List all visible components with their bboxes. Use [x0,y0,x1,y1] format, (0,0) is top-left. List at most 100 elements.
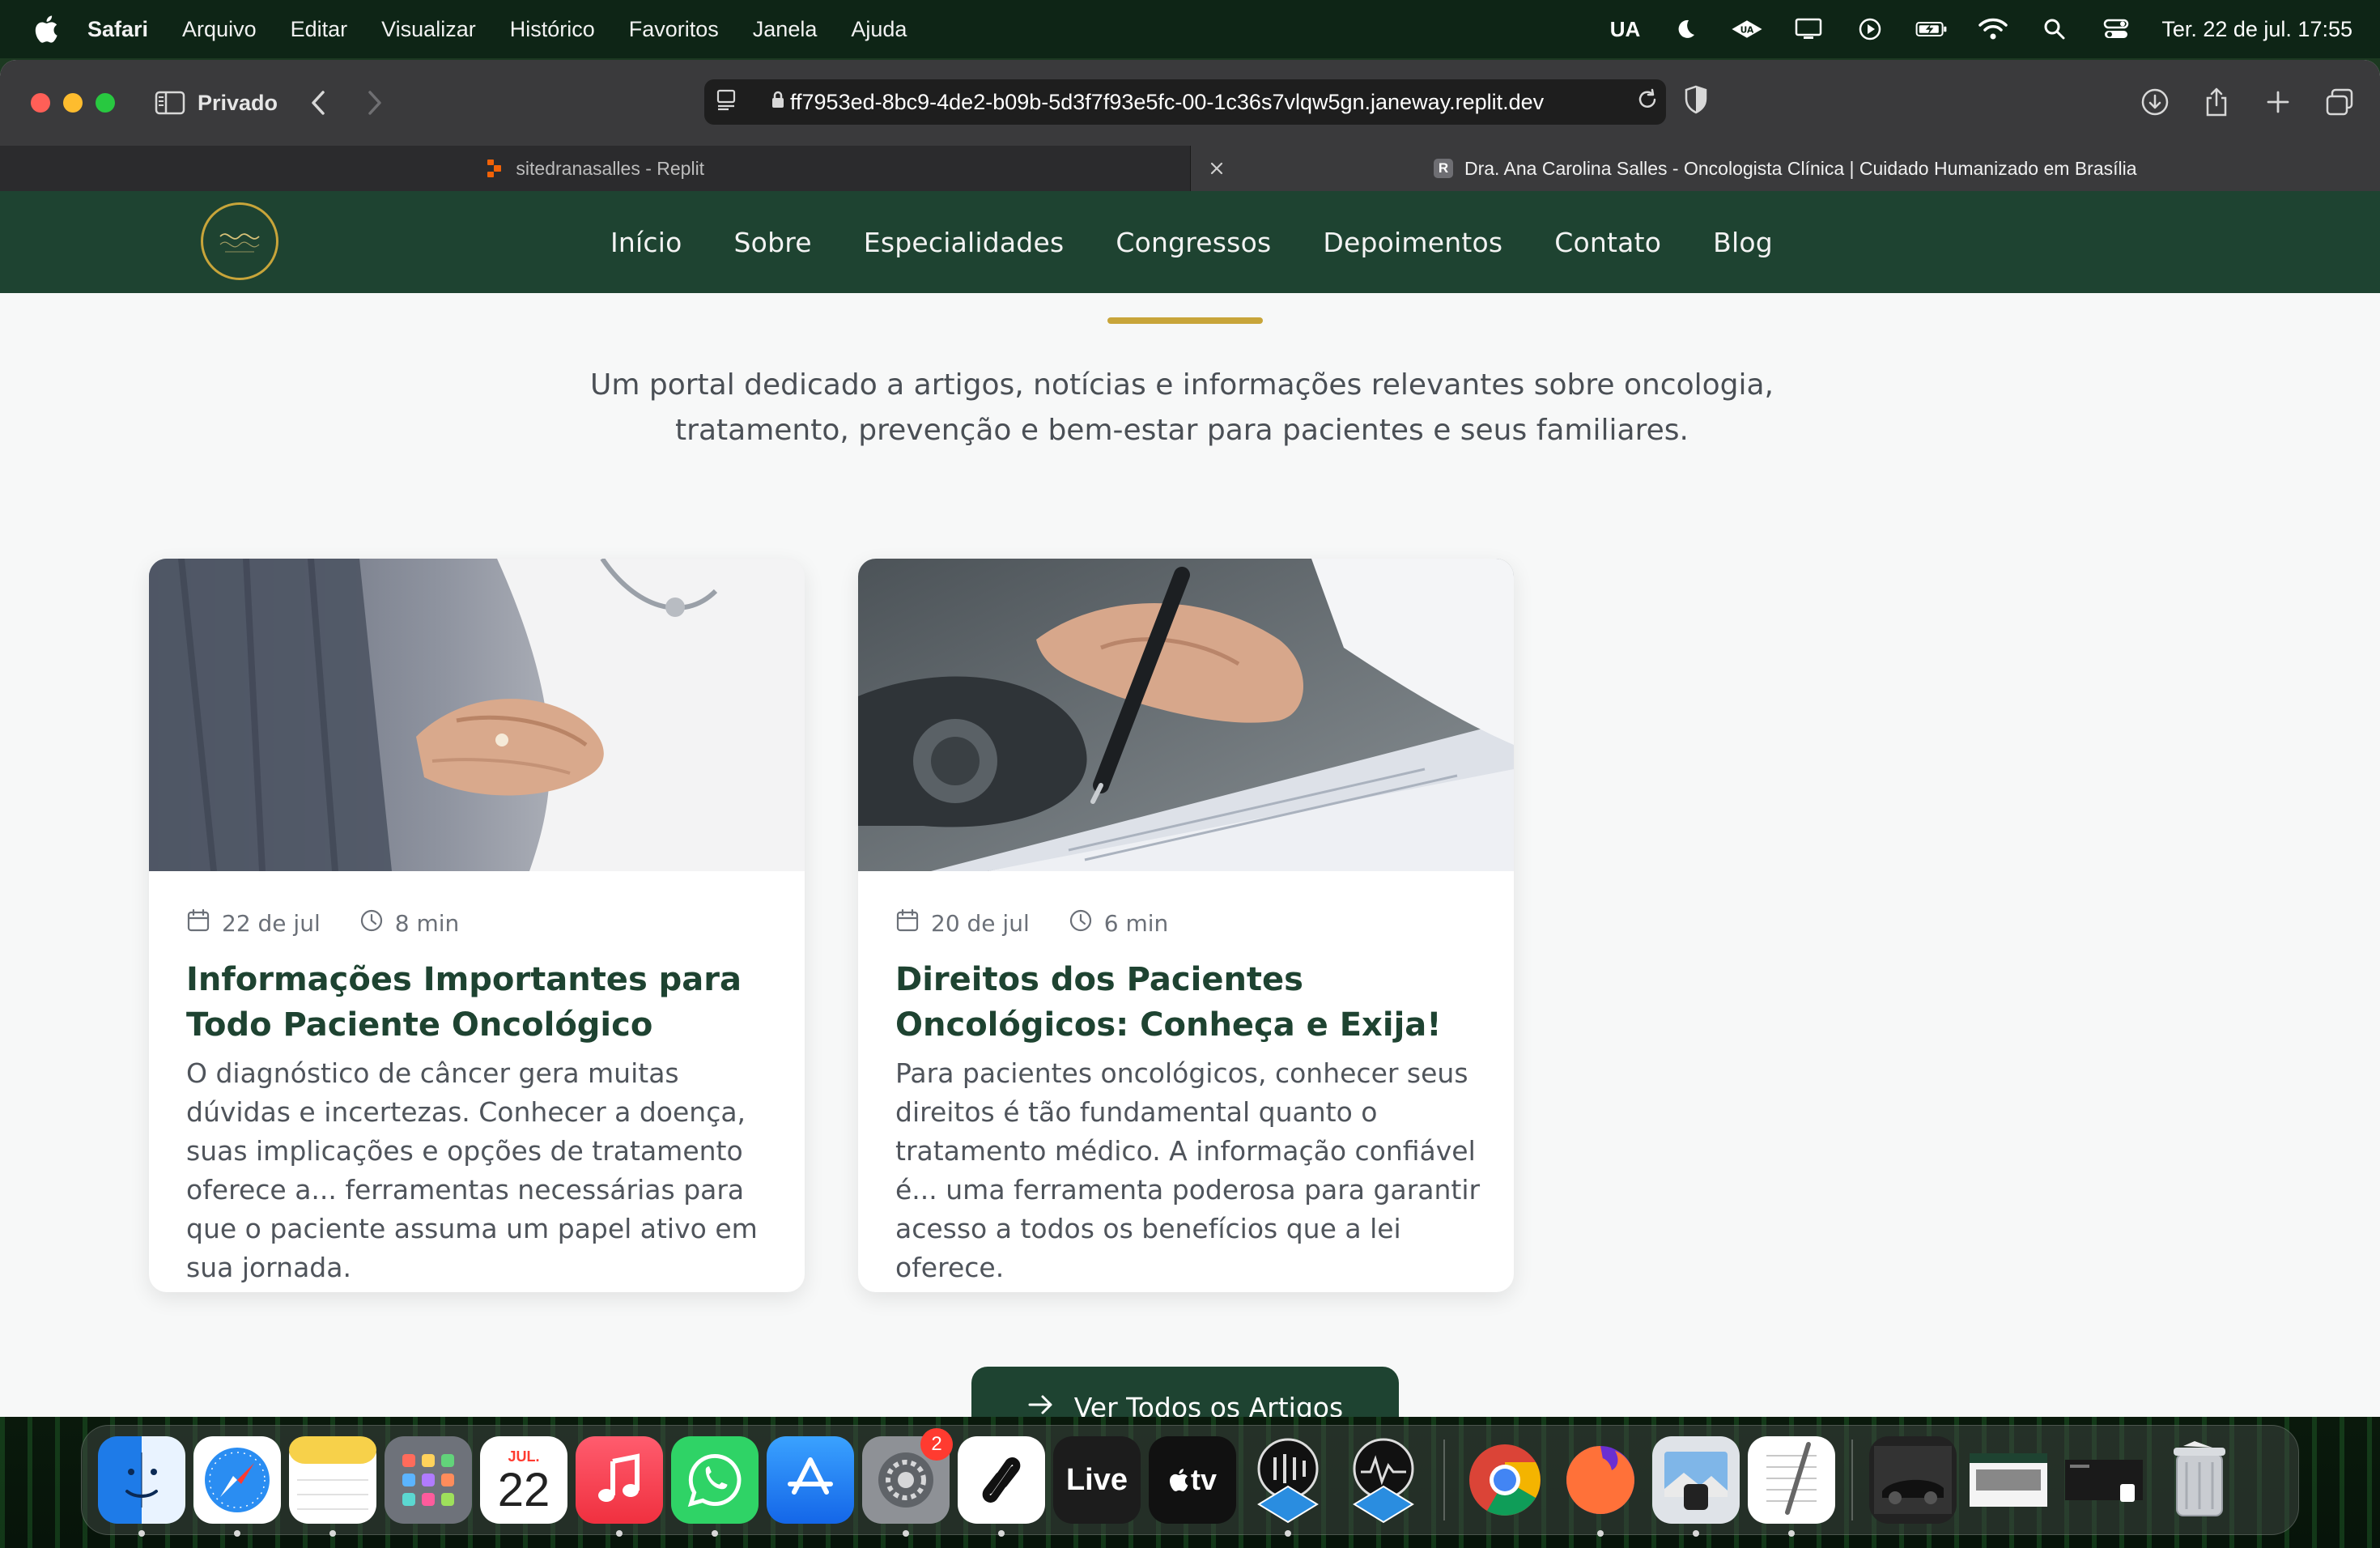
page-menu-icon[interactable] [716,87,740,117]
web-page: Início Sobre Especialidades Congressos D… [0,191,2380,1417]
dock-textedit-icon[interactable] [1748,1436,1835,1537]
back-chevron-icon[interactable] [300,85,336,121]
nav-congressos[interactable]: Congressos [1116,227,1271,258]
status-ua-label[interactable]: UA [1610,17,1641,42]
nav-blog[interactable]: Blog [1713,227,1773,258]
forward-chevron-icon[interactable] [357,85,393,121]
dock-shortcuts-app-icon[interactable] [958,1436,1045,1537]
tab-close-icon[interactable] [1205,157,1228,180]
dock-app-store-icon[interactable] [767,1436,854,1524]
menu-bar: Safari Arquivo Editar Visualizar Históri… [0,0,2380,58]
article-card[interactable]: 22 de jul 8 min Informações Importantes … [149,559,805,1292]
view-all-articles-label: Ver Todos os Artigos [1073,1391,1344,1418]
address-bar[interactable]: ff7953ed-8bc9-4de2-b09b-5d3f7f93e5fc-00-… [704,79,1666,125]
share-icon[interactable] [2199,84,2234,120]
dock-music-icon[interactable] [576,1436,663,1537]
dock-preview-icon[interactable] [1652,1436,1740,1537]
svg-text:UA: UA [1740,24,1754,35]
menu-editar[interactable]: Editar [291,17,348,42]
dock-notes-icon[interactable] [289,1436,376,1537]
menu-arquivo[interactable]: Arquivo [182,17,257,42]
article-meta: 20 de jul 6 min [895,908,1168,938]
downloads-icon[interactable] [2137,84,2173,120]
control-center-icon[interactable] [2100,16,2132,42]
nav-inicio[interactable]: Início [610,227,682,258]
calendar-icon [895,908,920,938]
menu-historico[interactable]: Histórico [510,17,595,42]
dock-chrome-icon[interactable] [1461,1436,1549,1524]
nav-especialidades[interactable]: Especialidades [864,227,1065,258]
article-title[interactable]: Informações Importantes para Todo Pacien… [186,957,777,1048]
tv-label: tv [1190,1463,1217,1496]
nav-contato[interactable]: Contato [1554,227,1661,258]
clock-icon [1069,908,1093,938]
sidebar-toggle-icon[interactable] [152,85,188,121]
dock-ua-connect-icon[interactable] [1340,1436,1427,1524]
browser-window: Privado ff7953ed-8bc9-4de2-b09b-5d3f7f93… [0,60,2380,1417]
dock: JUL. 22 2 Live tv [81,1425,2299,1537]
nav-depoimentos[interactable]: Depoimentos [1323,227,1502,258]
dock-calendar-icon[interactable]: JUL. 22 [480,1436,567,1524]
article-title[interactable]: Direitos dos Pacientes Oncológicos: Conh… [895,957,1486,1048]
menu-janela[interactable]: Janela [753,17,818,42]
wifi-icon[interactable] [1977,16,2009,42]
dock-whatsapp-icon[interactable] [671,1436,759,1537]
menu-visualizar[interactable]: Visualizar [381,17,476,42]
article-excerpt: O diagnóstico de câncer gera muitas dúvi… [186,1057,758,1283]
dock-firefox-icon[interactable] [1557,1436,1644,1537]
dock-separator [1851,1440,1853,1520]
site-nav-links: Início Sobre Especialidades Congressos D… [610,191,1773,293]
dock-recent-window-thumb-page[interactable] [1965,1436,2052,1524]
dock-ableton-live-icon[interactable]: Live [1053,1436,1141,1524]
url-text[interactable]: ff7953ed-8bc9-4de2-b09b-5d3f7f93e5fc-00-… [790,90,1635,115]
dock-separator [1443,1440,1445,1520]
window-close-button[interactable] [31,93,50,113]
moon-icon[interactable] [1669,16,1702,42]
calendar-icon [186,908,210,938]
play-circle-icon[interactable] [1854,16,1886,42]
dock-recent-window-thumb-dark[interactable] [2060,1436,2148,1524]
site-logo[interactable] [201,202,278,280]
tab-bar: sitedranasalles - Replit R Dra. Ana Caro… [0,146,2380,191]
tab-replit[interactable]: sitedranasalles - Replit [0,146,1191,191]
dock-ua-console-icon[interactable] [1244,1436,1332,1537]
dock-recent-window-thumb-car[interactable] [1869,1436,1957,1524]
dock-trash-icon[interactable] [2156,1436,2243,1524]
window-controls [31,93,115,113]
dock-finder-icon[interactable] [98,1436,185,1537]
dock-system-settings-icon[interactable]: 2 [862,1428,953,1537]
menu-favoritos[interactable]: Favoritos [629,17,719,42]
battery-charging-icon[interactable] [1915,16,1948,42]
calendar-day: 22 [497,1463,550,1516]
dock-launchpad-icon[interactable] [385,1436,472,1524]
blog-intro-text: Um portal dedicado a artigos, notícias e… [589,368,1774,447]
site-favicon: R [1433,159,1453,178]
article-image-hands[interactable] [149,559,805,871]
menu-ajuda[interactable]: Ajuda [851,17,907,42]
display-icon[interactable] [1792,16,1825,42]
article-image-writing[interactable] [858,559,1514,871]
private-profile-label[interactable]: Privado [198,91,278,116]
reload-icon[interactable] [1635,87,1660,117]
tab-dra-ana-carolina[interactable]: R Dra. Ana Carolina Salles - Oncologista… [1190,146,2380,191]
article-meta: 22 de jul 8 min [186,908,459,938]
article-card[interactable]: 20 de jul 6 min Direitos dos Pacientes O… [858,559,1514,1292]
apple-menu-icon[interactable] [32,13,60,45]
menubar-clock[interactable]: Ter. 22 de jul. 17:55 [2161,17,2352,42]
live-label: Live [1065,1462,1128,1497]
ua-connect-icon[interactable]: UA [1731,16,1763,42]
dock-apple-tv-icon[interactable]: tv [1149,1436,1236,1524]
clock-icon [359,908,384,938]
window-minimize-button[interactable] [63,93,83,113]
article-read-time: 8 min [394,910,460,937]
menu-app-safari[interactable]: Safari [87,17,148,42]
view-all-articles-button[interactable]: Ver Todos os Artigos [971,1367,1399,1417]
window-fullscreen-button[interactable] [96,93,115,113]
new-tab-plus-icon[interactable] [2260,84,2296,120]
calendar-month: JUL. [508,1448,540,1465]
privacy-shield-icon[interactable] [1684,84,1708,119]
dock-safari-icon[interactable] [193,1436,281,1537]
nav-sobre[interactable]: Sobre [734,227,812,258]
spotlight-search-icon[interactable] [2038,16,2071,42]
tab-overview-icon[interactable] [2322,84,2357,120]
